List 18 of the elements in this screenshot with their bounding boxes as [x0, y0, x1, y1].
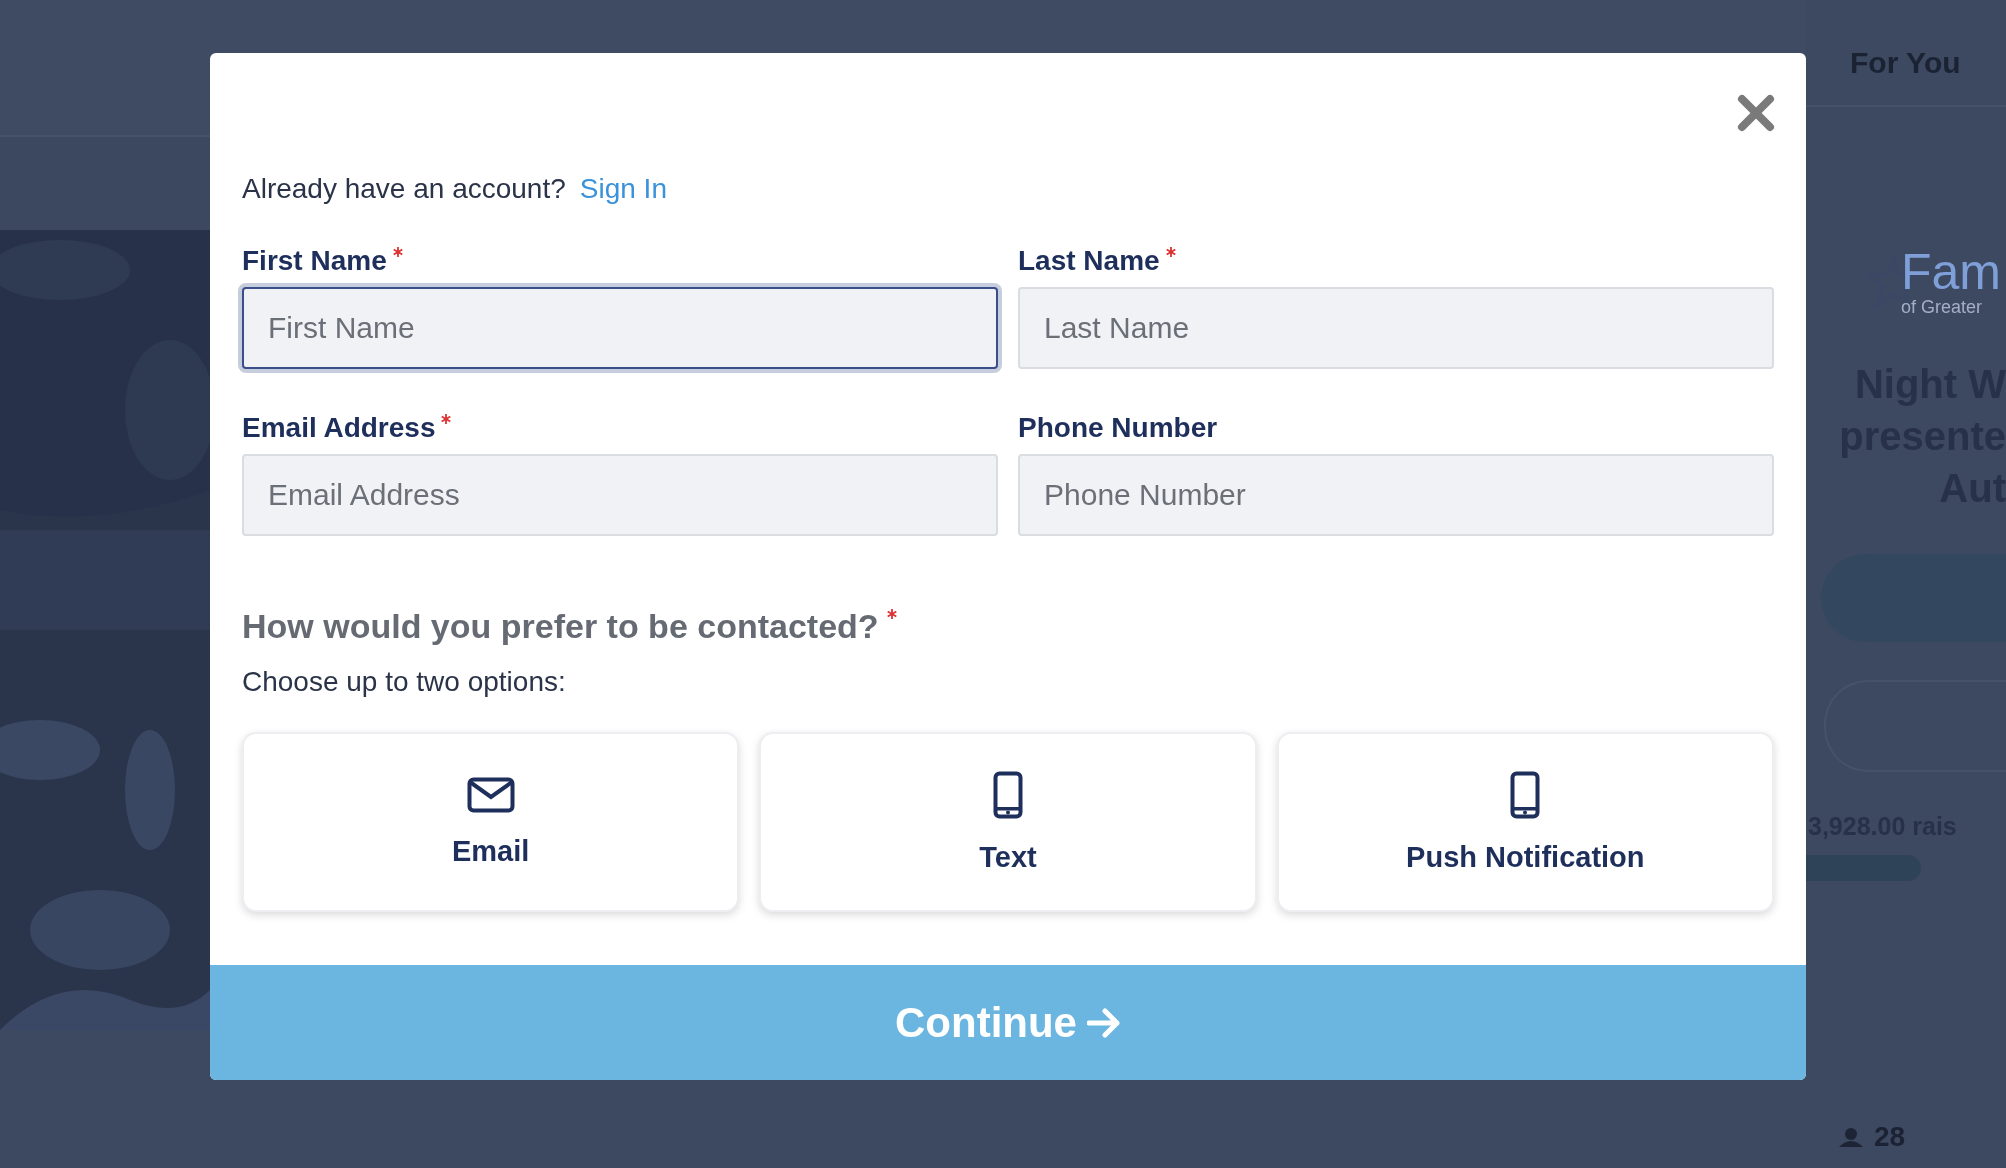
contact-option[interactable]: Push Notification — [1276, 732, 1774, 912]
envelope-icon — [466, 776, 515, 813]
close-icon[interactable] — [1736, 93, 1776, 133]
field-label: Last Name — [1018, 245, 1160, 277]
field-label: Phone Number — [1018, 412, 1218, 444]
logo-subtext: of Greater — [1901, 297, 1984, 318]
field-label: Email Address — [242, 412, 436, 444]
logo-text: Fam — [1901, 247, 2001, 297]
phone-icon — [1510, 770, 1541, 819]
account-prompt: Already have an account? — [242, 173, 566, 205]
contact-hint: Choose up to two options: — [242, 666, 567, 698]
arrow-right-icon — [1087, 1007, 1121, 1038]
contact-option[interactable]: Text — [759, 732, 1257, 912]
contact-option[interactable]: Email — [242, 732, 740, 912]
contact-question: How would you prefer to be contacted? — [242, 607, 879, 646]
field-label: First Name — [242, 245, 387, 277]
input-field[interactable]: First Name — [242, 287, 998, 369]
phone-icon — [993, 770, 1023, 819]
